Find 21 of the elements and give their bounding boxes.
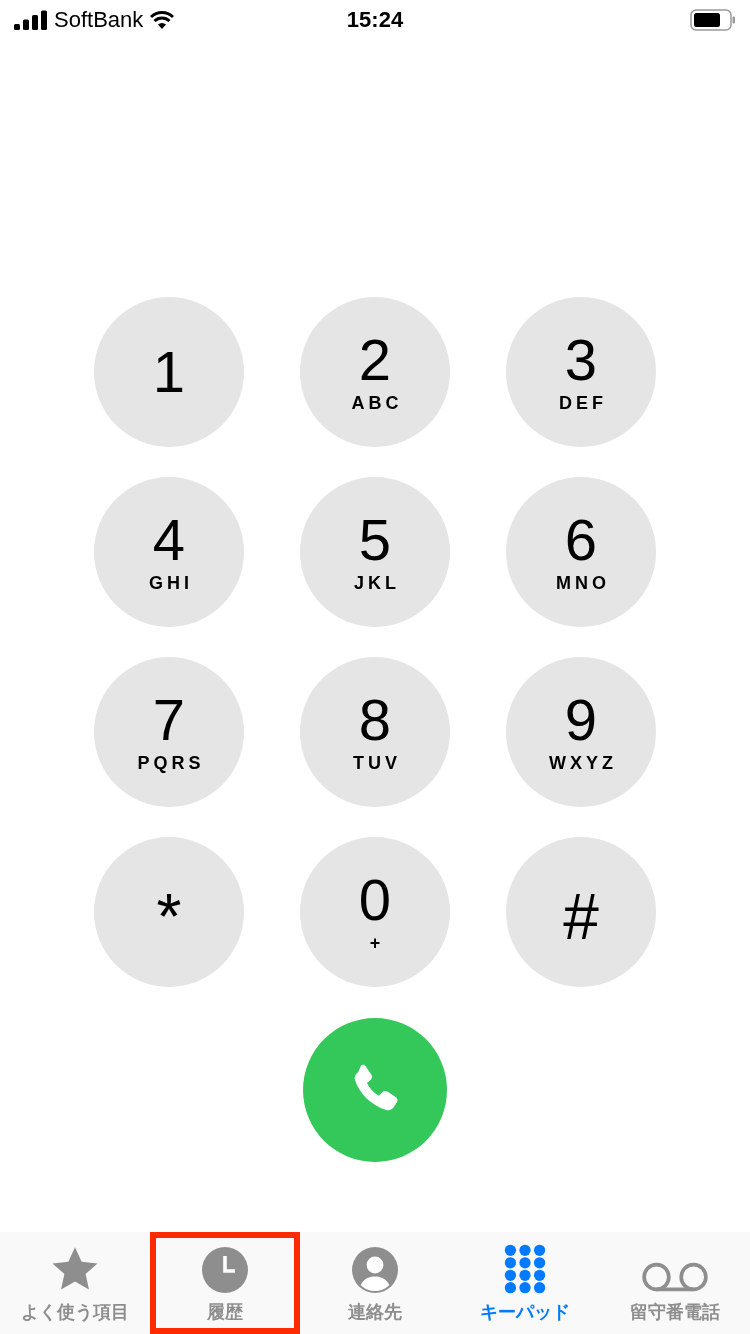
wifi-icon <box>149 10 176 30</box>
dial-key[interactable]: 0 + <box>300 837 450 987</box>
dial-key[interactable]: 8 TUV <box>300 657 450 807</box>
dial-key[interactable]: 9 WXYZ <box>506 657 656 807</box>
dial-key[interactable]: 5 JKL <box>300 477 450 627</box>
carrier-name: SoftBank <box>54 7 144 33</box>
clock-time: 15:24 <box>346 7 404 33</box>
dial-key[interactable]: 1 <box>94 297 244 447</box>
tab[interactable]: キーパッド <box>450 1232 600 1334</box>
voicemail-icon <box>640 1260 710 1294</box>
clock-icon <box>201 1246 249 1294</box>
dial-key[interactable]: # <box>506 837 656 987</box>
dial-key[interactable]: 3 DEF <box>506 297 656 447</box>
person-icon <box>351 1246 399 1294</box>
dial-key[interactable]: 4 GHI <box>94 477 244 627</box>
battery-icon <box>690 9 736 31</box>
dial-key[interactable]: 2 ABC <box>300 297 450 447</box>
signal-icon <box>14 10 48 30</box>
dial-key[interactable]: 6 MNO <box>506 477 656 627</box>
dial-key[interactable]: 7 PQRS <box>94 657 244 807</box>
dial-key[interactable]: * <box>94 837 244 987</box>
